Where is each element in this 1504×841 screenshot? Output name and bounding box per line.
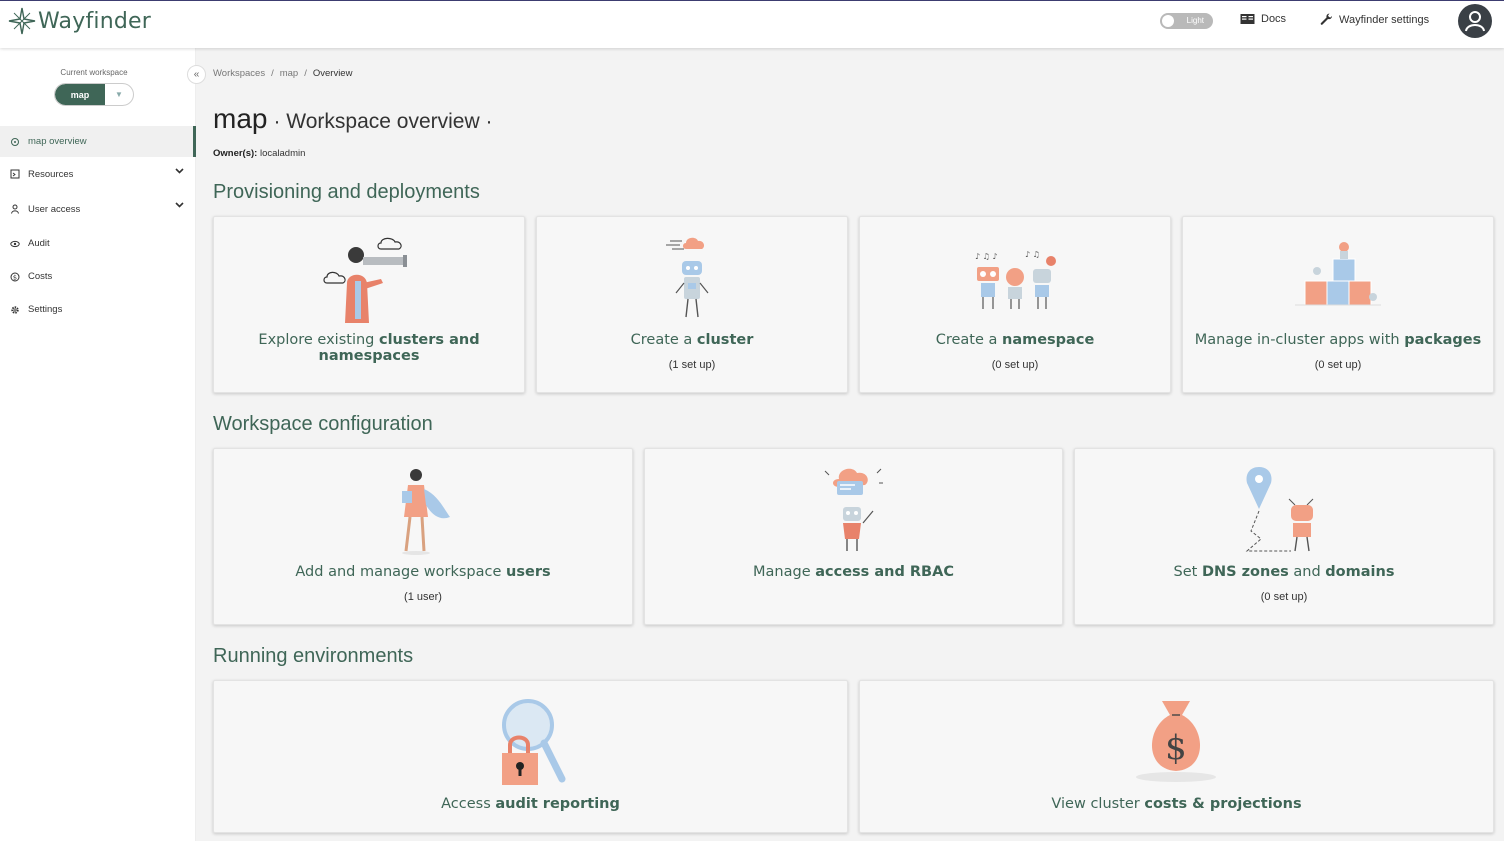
breadcrumb-separator: / <box>304 68 307 79</box>
user-icon <box>11 204 19 214</box>
sidebar-item-label: Audit <box>28 238 50 249</box>
wayfinder-settings-link[interactable]: Wayfinder settings <box>1320 13 1429 26</box>
sidebar-item-settings[interactable]: Settings <box>0 293 196 326</box>
svg-text:$: $ <box>1165 728 1187 768</box>
breadcrumb-workspaces[interactable]: Workspaces <box>213 68 265 79</box>
card-subtitle: (0 set up) <box>1314 359 1362 371</box>
robot-with-cloud-id-illustration <box>824 468 883 551</box>
manage-users-card[interactable]: Add and manage workspace users (1 user) <box>213 448 633 625</box>
sidebar: Current workspace map ▼ map overview Res… <box>0 48 196 841</box>
gear-icon <box>11 305 19 314</box>
svg-text:♪ ♫ ♪: ♪ ♫ ♪ <box>975 252 997 261</box>
card-title: Add and manage workspace users <box>295 564 551 580</box>
user-avatar[interactable] <box>1458 4 1492 38</box>
explore-clusters-card[interactable]: Explore existing clusters and namespaces <box>213 216 525 393</box>
top-navigation-bar: Wayfinder Light Docs Wayfinder settings <box>0 0 1504 48</box>
sidebar-nav: map overview Resources User access Audit… <box>0 126 196 326</box>
workspace-select[interactable]: map ▼ <box>54 83 134 106</box>
breadcrumb: Workspaces / map / Overview <box>213 68 352 79</box>
compass-star-icon <box>8 7 36 35</box>
breadcrumb-map[interactable]: map <box>280 68 298 79</box>
owner-label: Owner(s): <box>213 148 258 159</box>
card-title: Create a namespace <box>935 332 1095 348</box>
location-pin-icon <box>11 137 19 146</box>
magnifier-with-padlock-illustration <box>501 699 565 785</box>
section-title-configuration: Workspace configuration <box>213 413 433 435</box>
sidebar-item-audit[interactable]: Audit <box>0 227 196 260</box>
card-title: View cluster costs & projections <box>1051 796 1302 812</box>
card-title: Explore existing clusters and namespaces <box>258 332 480 364</box>
resources-icon <box>10 169 20 179</box>
sidebar-item-label: Settings <box>28 304 63 315</box>
docs-link[interactable]: Docs <box>1240 13 1286 25</box>
svg-text:$: $ <box>13 273 17 281</box>
eye-icon <box>10 240 20 247</box>
double-chevron-left-icon: « <box>193 69 200 80</box>
app-name: Wayfinder <box>38 8 151 34</box>
robot-with-cloud-illustration <box>666 237 709 318</box>
section-title-running: Running environments <box>213 645 414 667</box>
card-title: Create a cluster <box>630 332 754 348</box>
book-icon <box>1240 14 1255 24</box>
sidebar-item-resources[interactable]: Resources <box>0 157 196 191</box>
main-content: Workspaces / map / Overview map · Worksp… <box>196 48 1504 841</box>
workspace-select-value: map <box>55 84 105 105</box>
page-title: map · Workspace overview · <box>213 103 492 135</box>
dns-zones-card[interactable]: Set DNS zones and domains (0 set up) <box>1074 448 1494 625</box>
chevron-down-icon <box>175 168 184 174</box>
chevron-down-icon <box>175 202 184 208</box>
map-pin-with-robot-illustration <box>1245 467 1314 552</box>
svg-text:♪ ♫: ♪ ♫ <box>1025 250 1040 259</box>
current-workspace-label: Current workspace <box>60 68 128 77</box>
card-title: Set DNS zones and domains <box>1173 564 1395 580</box>
audit-reporting-card[interactable]: Access audit reporting <box>213 680 848 833</box>
theme-toggle-label: Light <box>1186 16 1204 25</box>
sidebar-item-label: Costs <box>28 271 53 282</box>
owner-line: Owner(s): localadmin <box>213 148 305 159</box>
boxes-with-robots-illustration <box>1295 242 1381 306</box>
person-with-telescope-illustration <box>323 237 407 323</box>
collapse-sidebar-button[interactable]: « <box>187 65 206 84</box>
money-bag-illustration: $ <box>1135 701 1216 782</box>
robots-with-music-illustration: ♪ ♫ ♪ ♪ ♫ <box>975 250 1056 309</box>
card-subtitle: (1 set up) <box>668 359 716 371</box>
sidebar-item-costs[interactable]: $ Costs <box>0 260 196 293</box>
sidebar-item-label: User access <box>28 203 81 215</box>
theme-toggle[interactable]: Light <box>1160 13 1213 29</box>
sidebar-item-map-overview[interactable]: map overview <box>0 126 196 157</box>
breadcrumb-current: Overview <box>312 68 353 79</box>
create-cluster-card[interactable]: Create a cluster (1 set up) <box>536 216 848 393</box>
section-title-provisioning: Provisioning and deployments <box>213 181 480 203</box>
card-subtitle: (1 user) <box>404 591 442 603</box>
card-title: Access audit reporting <box>441 796 620 812</box>
sidebar-item-user-access[interactable]: User access <box>0 191 196 227</box>
wrench-icon <box>1320 13 1333 25</box>
workspace-name: map <box>213 103 268 134</box>
settings-label: Wayfinder settings <box>1339 13 1430 26</box>
toggle-knob <box>1162 15 1174 27</box>
docs-label: Docs <box>1261 13 1287 25</box>
wayfinder-logo[interactable]: Wayfinder <box>8 7 151 35</box>
manage-packages-card[interactable]: Manage in-cluster apps with packages (0 … <box>1182 216 1494 393</box>
card-title: Manage in-cluster apps with packages <box>1194 332 1482 348</box>
dollar-icon: $ <box>10 272 20 281</box>
card-title: Manage access and RBAC <box>753 564 954 580</box>
sidebar-item-label: map overview <box>28 136 87 147</box>
sidebar-item-label: Resources <box>28 168 74 180</box>
chevron-down-icon: ▼ <box>115 90 123 99</box>
create-namespace-card[interactable]: ♪ ♫ ♪ ♪ ♫ Create a namespace (0 set up) <box>859 216 1171 393</box>
cluster-costs-card[interactable]: $ View cluster costs & projections <box>859 680 1494 833</box>
breadcrumb-separator: / <box>271 68 274 79</box>
owner-value: localadmin <box>259 148 306 159</box>
card-subtitle: (0 set up) <box>991 359 1039 371</box>
person-with-cape-illustration <box>402 469 450 555</box>
card-subtitle: (0 set up) <box>1260 591 1308 603</box>
manage-rbac-card[interactable]: Manage access and RBAC <box>644 448 1063 625</box>
user-icon <box>1465 11 1485 32</box>
page-subtitle: · Workspace overview · <box>273 110 493 133</box>
